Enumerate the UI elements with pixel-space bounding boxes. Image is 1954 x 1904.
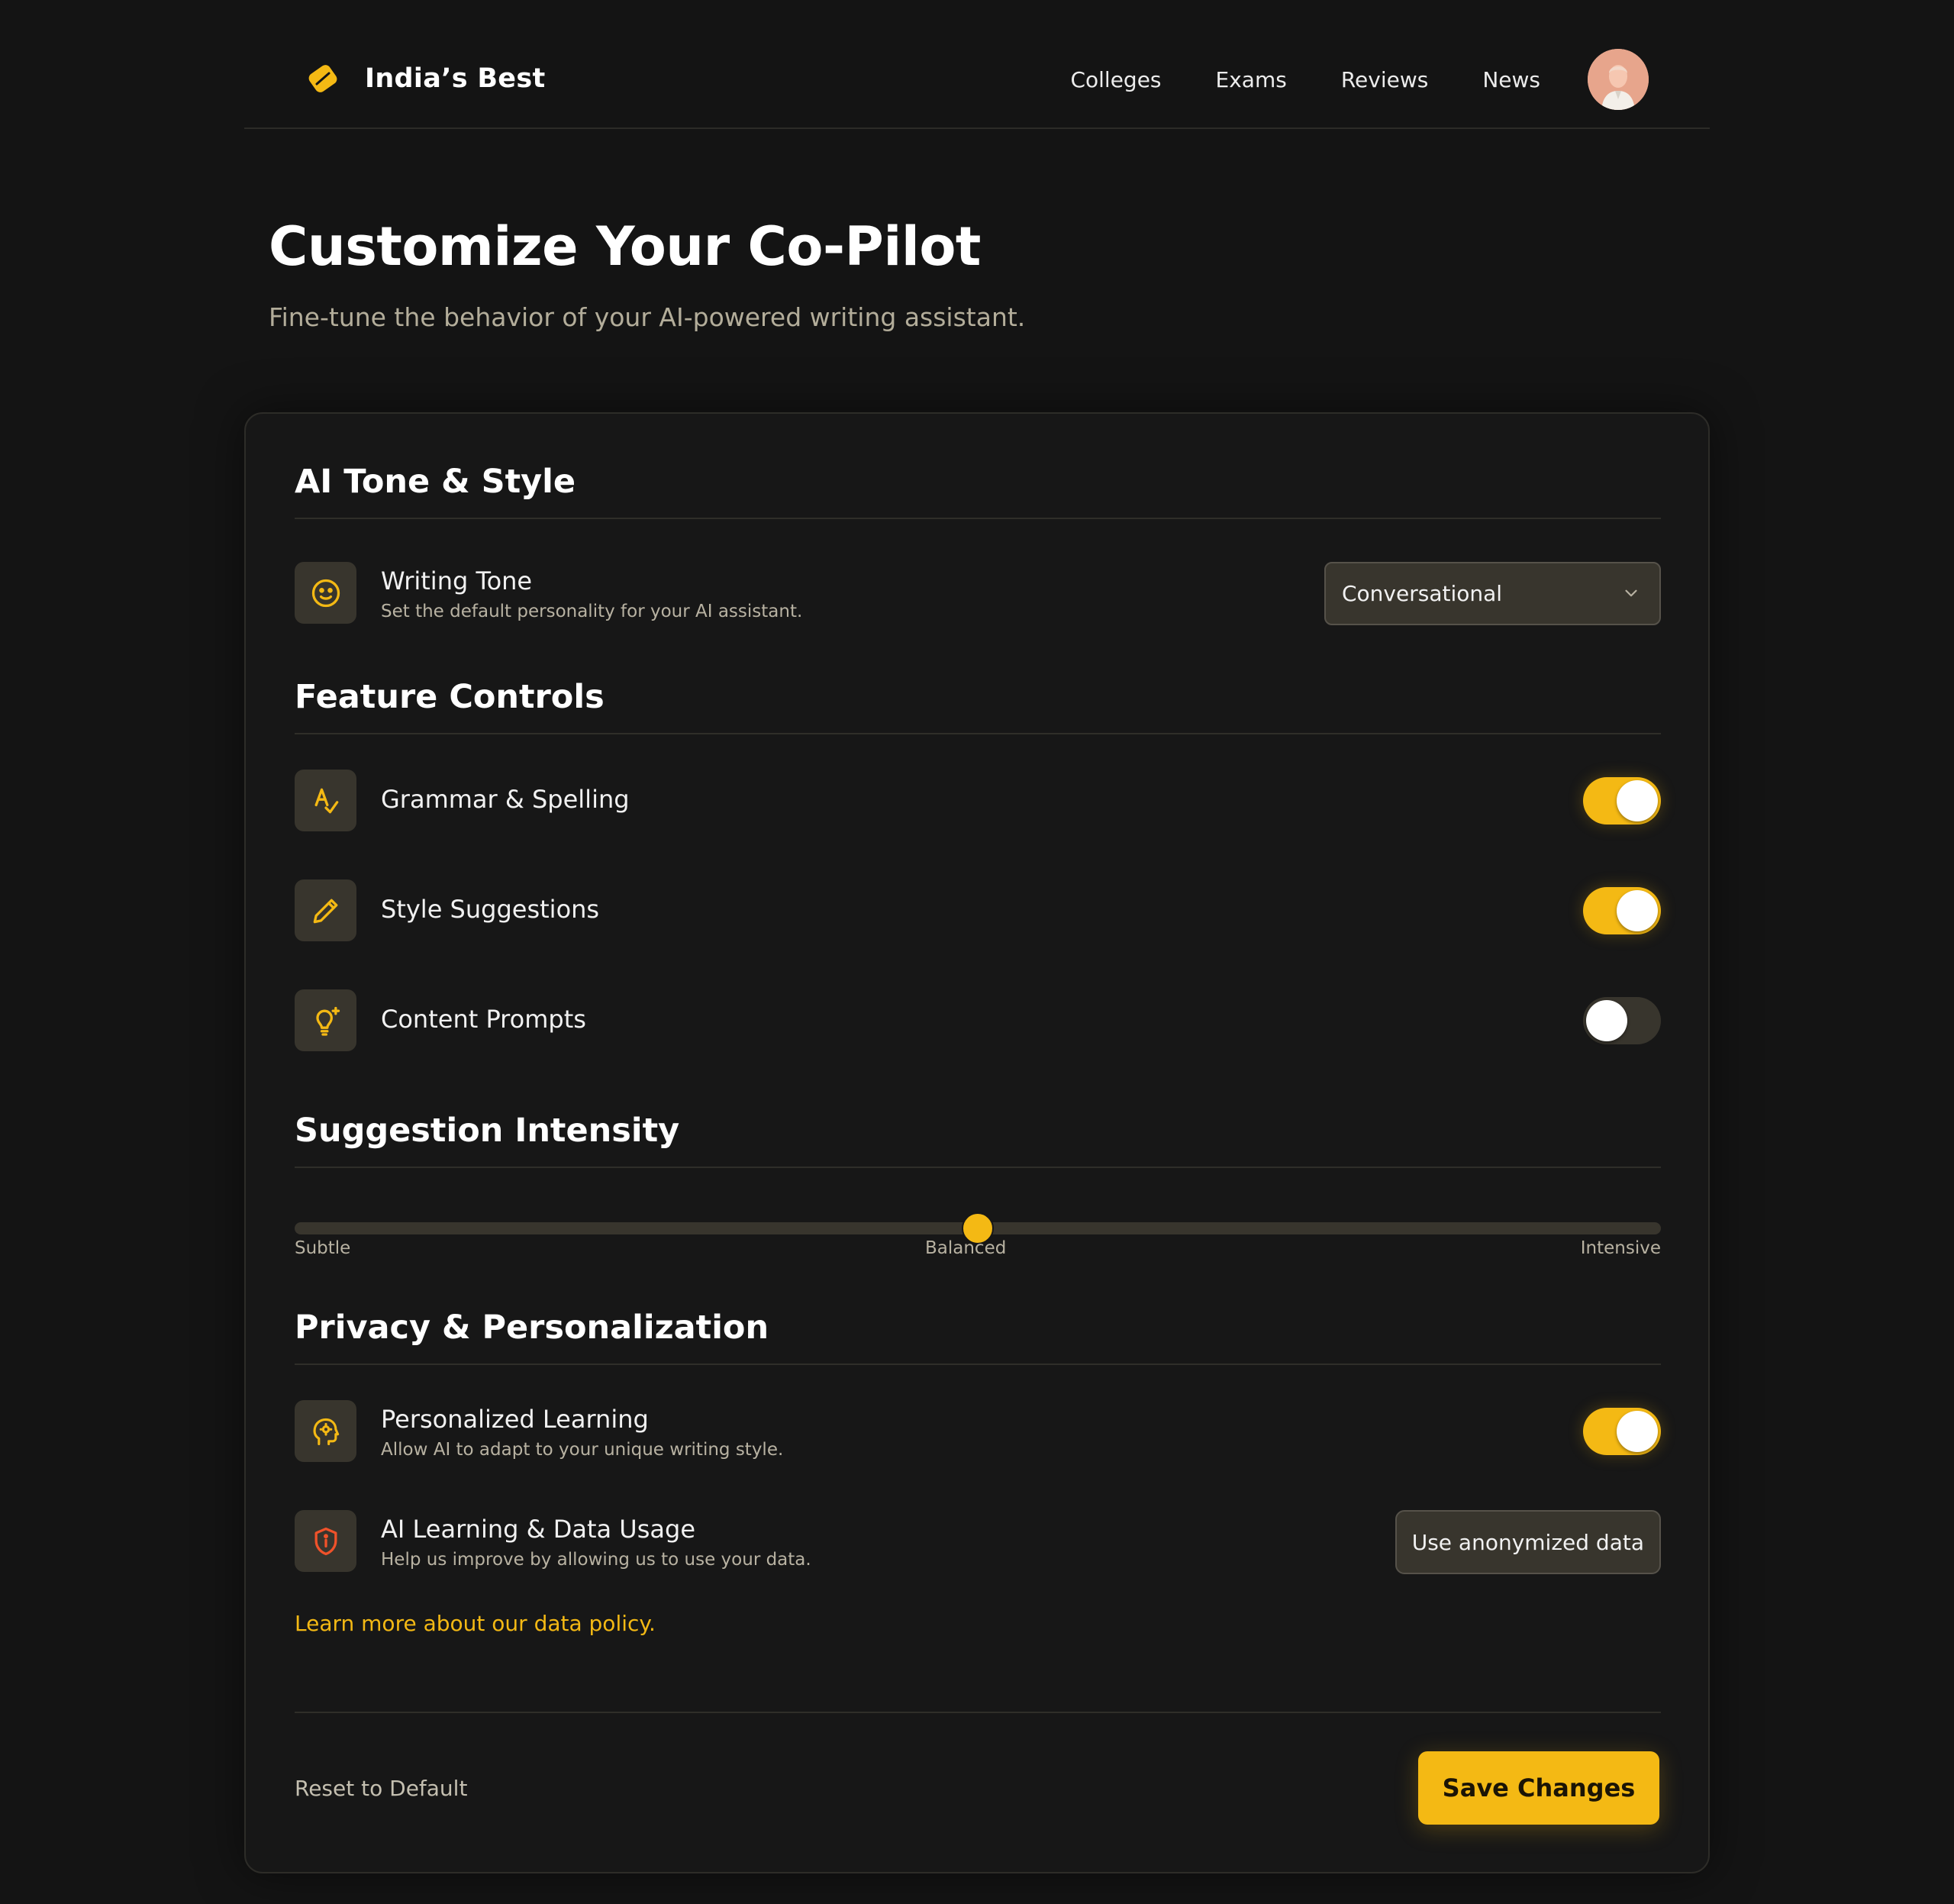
personalized-learning-label: Personalized Learning <box>381 1405 649 1434</box>
setting-row-writing-tone: Writing Tone Set the default personality… <box>295 562 1661 625</box>
section-divider <box>295 518 1661 519</box>
slider-label-subtle: Subtle <box>295 1238 351 1258</box>
page-title: Customize Your Co-Pilot <box>269 215 981 278</box>
data-usage-label: AI Learning & Data Usage <box>381 1515 695 1544</box>
slider-label-balanced: Balanced <box>925 1238 1007 1258</box>
section-divider <box>295 733 1661 734</box>
pencil-icon <box>295 879 356 941</box>
content-prompts-toggle[interactable] <box>1583 997 1661 1044</box>
reset-to-default-button[interactable]: Reset to Default <box>295 1776 467 1801</box>
chevron-down-icon <box>1625 589 1637 597</box>
use-anonymized-data-button[interactable]: Use anonymized data <box>1395 1510 1661 1574</box>
settings-card: AI Tone & Style Writing Tone Set the def… <box>244 412 1710 1873</box>
toggle-knob <box>1617 890 1658 931</box>
user-avatar-icon <box>1588 49 1649 110</box>
main-nav: Colleges Exams Reviews News <box>1070 49 1649 110</box>
save-changes-button[interactable]: Save Changes <box>1418 1751 1659 1825</box>
brand-name: India’s Best <box>365 63 546 94</box>
page-subtitle: Fine-tune the behavior of your AI-powere… <box>269 302 1026 332</box>
style-suggestions-toggle[interactable] <box>1583 887 1661 934</box>
toggle-knob <box>1586 1000 1627 1041</box>
shield-info-icon <box>295 1510 356 1572</box>
user-avatar[interactable] <box>1588 49 1649 110</box>
smile-icon <box>295 562 356 624</box>
nav-link-reviews[interactable]: Reviews <box>1341 67 1429 92</box>
writing-tone-label: Writing Tone <box>381 566 533 595</box>
section-divider <box>295 1363 1661 1365</box>
writing-tone-description: Set the default personality for your AI … <box>381 602 803 621</box>
setting-row-grammar: Grammar & Spelling <box>295 770 1661 832</box>
grammar-label: Grammar & Spelling <box>381 785 630 814</box>
data-usage-description: Help us improve by allowing us to use yo… <box>381 1550 811 1570</box>
nav-link-exams[interactable]: Exams <box>1216 67 1287 92</box>
nav-link-colleges[interactable]: Colleges <box>1070 67 1161 92</box>
brand-logo-icon <box>308 65 337 92</box>
grammar-toggle[interactable] <box>1583 777 1661 825</box>
section-title-features: Feature Controls <box>295 678 605 716</box>
setting-row-data-usage: AI Learning & Data Usage Help us improve… <box>295 1510 1661 1574</box>
setting-row-content-prompts: Content Prompts <box>295 989 1661 1052</box>
setting-row-personalized-learning: Personalized Learning Allow AI to adapt … <box>295 1400 1661 1463</box>
toggle-knob <box>1617 780 1658 821</box>
spellcheck-icon <box>295 770 356 831</box>
brain-head-icon <box>295 1400 356 1462</box>
footer-divider <box>295 1712 1661 1713</box>
writing-tone-select[interactable]: Conversational <box>1324 562 1661 625</box>
data-policy-link[interactable]: Learn more about our data policy. <box>295 1611 656 1636</box>
top-navbar: India’s Best Colleges Exams Reviews News <box>244 0 1710 129</box>
section-title-tone: AI Tone & Style <box>295 463 576 501</box>
writing-tone-selected-value: Conversational <box>1342 581 1503 606</box>
section-divider <box>295 1167 1661 1168</box>
section-title-privacy: Privacy & Personalization <box>295 1309 769 1347</box>
style-suggestions-label: Style Suggestions <box>381 895 600 924</box>
personalized-learning-description: Allow AI to adapt to your unique writing… <box>381 1440 784 1460</box>
settings-page: India’s Best Colleges Exams Reviews News… <box>0 0 1954 1904</box>
setting-row-style: Style Suggestions <box>295 879 1661 942</box>
slider-labels: Subtle Balanced Intensive <box>295 1238 1661 1269</box>
toggle-knob <box>1617 1411 1658 1452</box>
section-title-intensity: Suggestion Intensity <box>295 1112 680 1150</box>
lightbulb-sparkle-icon <box>295 989 356 1051</box>
nav-link-news[interactable]: News <box>1482 67 1540 92</box>
personalized-learning-toggle[interactable] <box>1583 1408 1661 1455</box>
content-prompts-label: Content Prompts <box>381 1005 586 1034</box>
slider-label-intensive: Intensive <box>1580 1238 1661 1258</box>
brand[interactable]: India’s Best <box>305 46 546 111</box>
